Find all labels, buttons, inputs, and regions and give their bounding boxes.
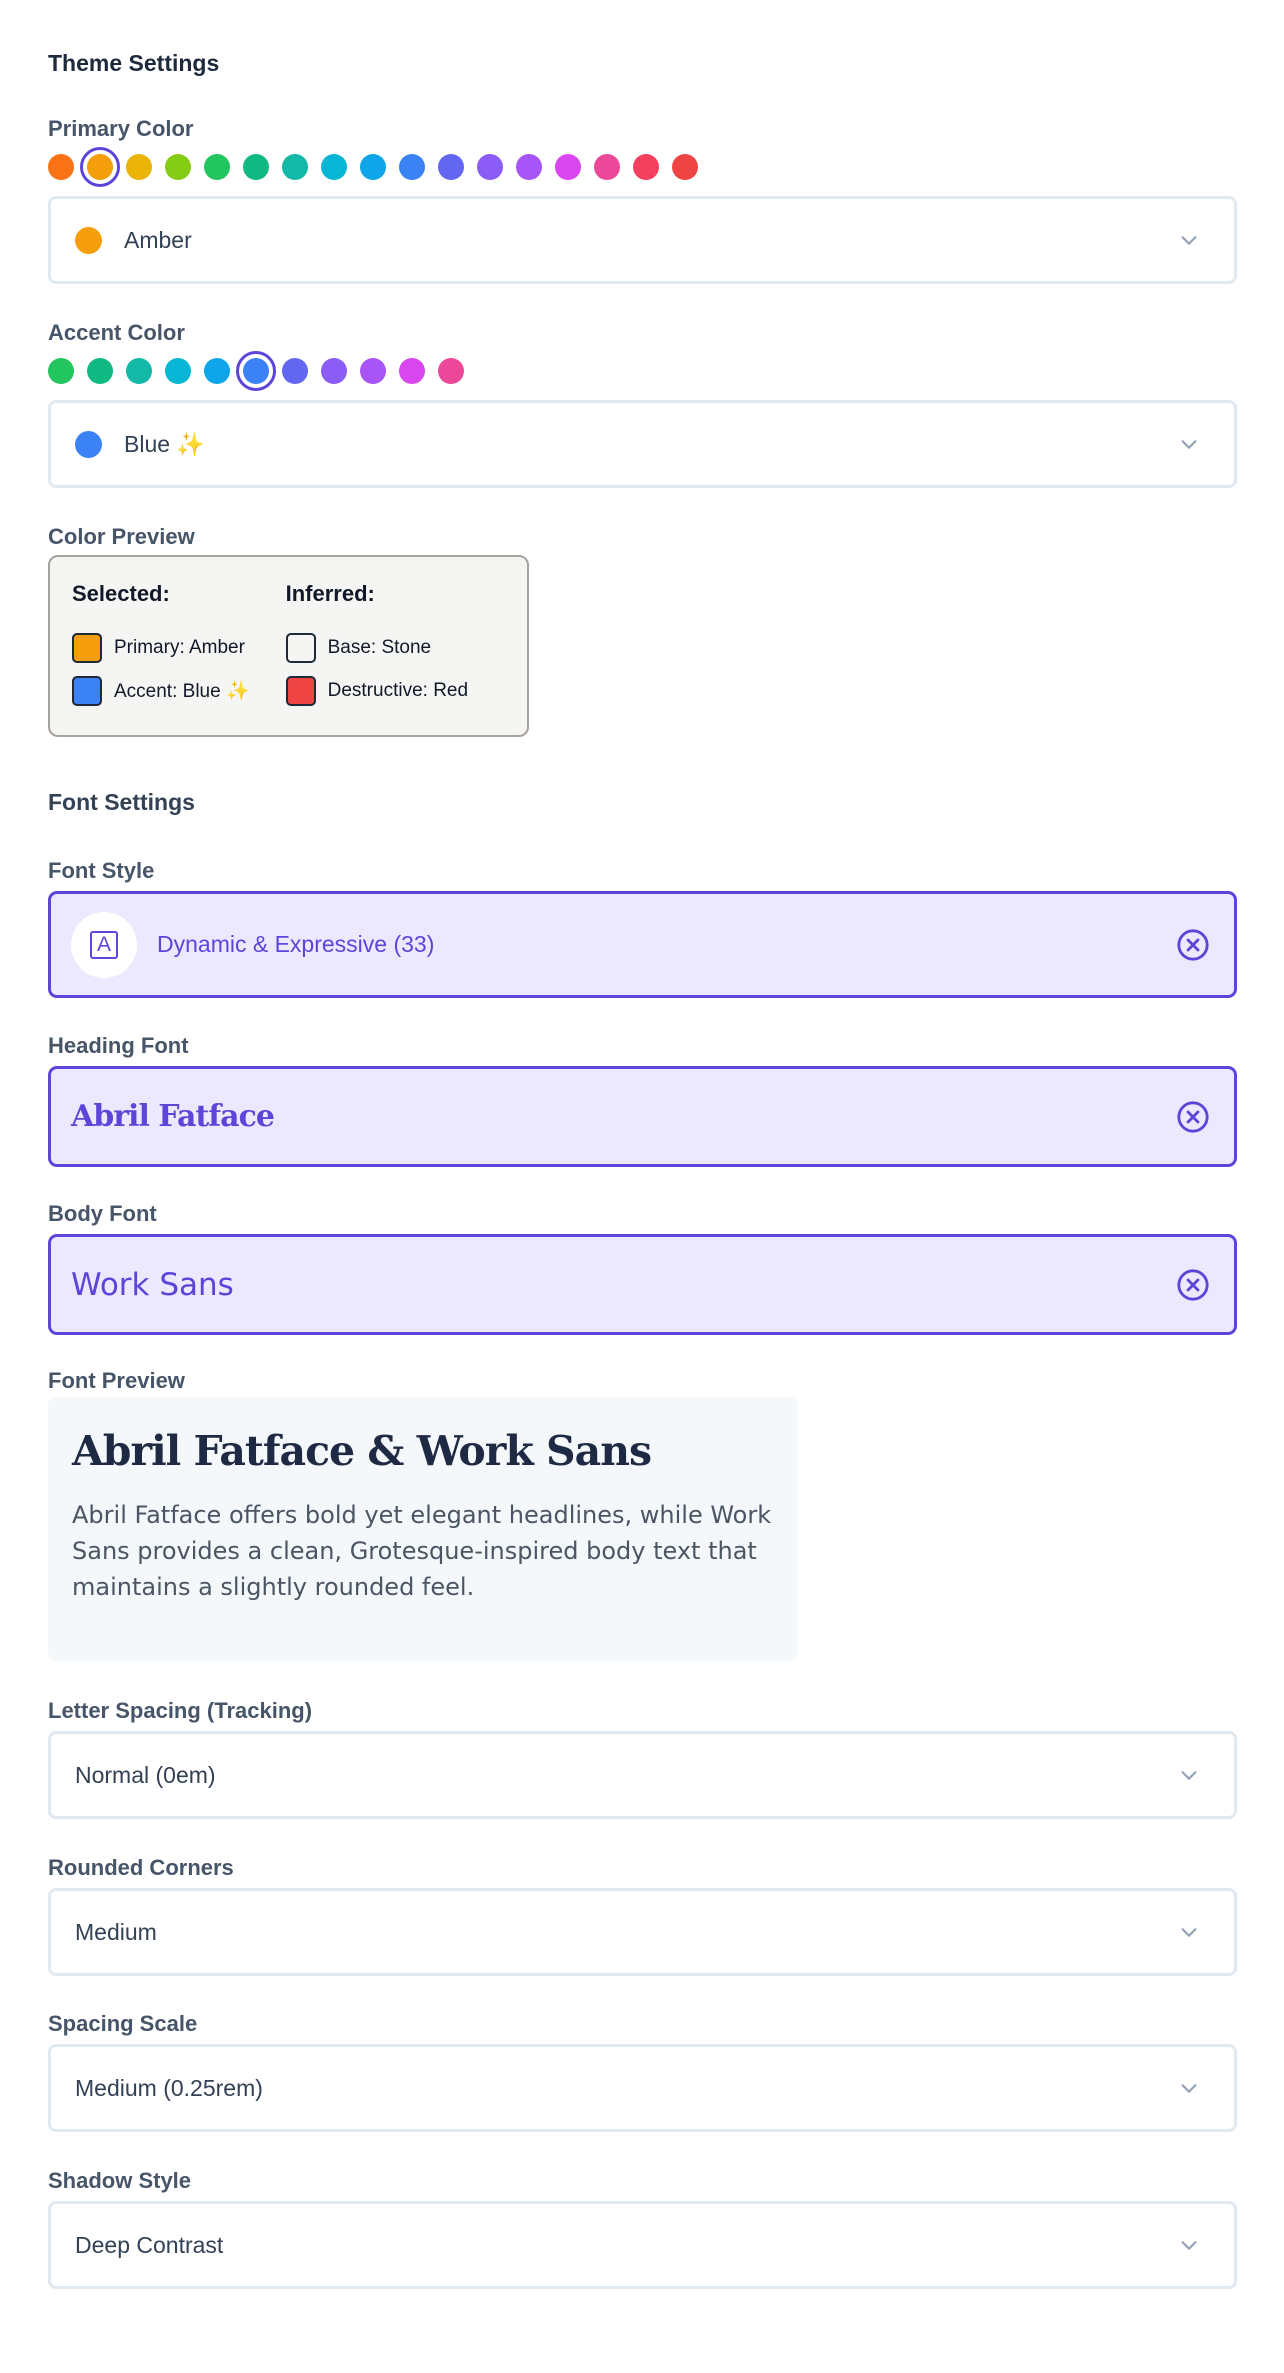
- primary-color-swatch[interactable]: [321, 154, 347, 180]
- primary-color-swatch[interactable]: [555, 154, 581, 180]
- accent-preview-swatch: [72, 676, 102, 706]
- font-style-value: Dynamic & Expressive (33): [157, 931, 435, 957]
- heading-font-label: Heading Font: [48, 1033, 189, 1058]
- clear-circle-icon[interactable]: [1176, 1268, 1210, 1302]
- letter-spacing-label: Letter Spacing (Tracking): [48, 1698, 313, 1723]
- primary-color-swatches: [48, 147, 698, 187]
- body-font-value: Work Sans: [71, 1266, 234, 1303]
- primary-preview-row: Primary: Amber: [72, 633, 250, 663]
- rounded-corners-select[interactable]: Medium: [48, 1888, 1237, 1976]
- clear-circle-icon[interactable]: [1176, 928, 1210, 962]
- clear-circle-icon[interactable]: [1176, 1100, 1210, 1134]
- inferred-heading: Inferred:: [285, 581, 375, 606]
- chevron-down-icon: [1181, 1771, 1197, 1780]
- shadow-style-label: Shadow Style: [48, 2168, 192, 2193]
- accent-color-swatch[interactable]: [87, 358, 113, 384]
- accent-color-swatch[interactable]: [48, 358, 74, 384]
- primary-preview-text: Primary: Amber: [114, 637, 245, 658]
- spacing-scale-select[interactable]: Medium (0.25rem): [48, 2044, 1237, 2132]
- body-font-select[interactable]: Work Sans: [48, 1234, 1237, 1335]
- rounded-corners-label: Rounded Corners: [48, 1855, 234, 1880]
- accent-color-swatch[interactable]: [399, 358, 425, 384]
- font-style-select[interactable]: A Dynamic & Expressive (33): [48, 891, 1237, 998]
- accent-color-label: Accent Color: [48, 320, 185, 345]
- accent-color-dot: [75, 430, 102, 458]
- color-preview-label: Color Preview: [48, 524, 195, 549]
- base-preview-row: Base: Stone: [285, 633, 468, 663]
- letter-spacing-select[interactable]: Normal (0em): [48, 1731, 1237, 1819]
- color-preview-box: Selected: Primary: Amber Accent: Blue ✨ …: [48, 555, 529, 737]
- selected-heading: Selected:: [72, 581, 170, 606]
- accent-color-swatch[interactable]: [360, 358, 386, 384]
- primary-color-swatch[interactable]: [477, 154, 503, 180]
- font-preview-text: Abril Fatface offers bold yet elegant he…: [72, 1501, 772, 1601]
- primary-color-swatch[interactable]: [399, 154, 425, 180]
- chevron-down-icon: [1181, 2241, 1197, 2250]
- accent-color-swatch[interactable]: [321, 358, 347, 384]
- primary-color-value: Amber: [124, 226, 192, 253]
- accent-color-swatch[interactable]: [165, 358, 191, 384]
- primary-preview-swatch: [72, 633, 102, 663]
- primary-color-swatch[interactable]: [516, 154, 542, 180]
- font-preview-box: Abril Fatface & Work Sans Abril Fatface …: [48, 1397, 798, 1661]
- theme-settings-heading: Theme Settings: [48, 50, 220, 76]
- primary-color-swatch[interactable]: [594, 154, 620, 180]
- primary-color-swatch[interactable]: [360, 154, 386, 180]
- primary-color-swatch[interactable]: [243, 154, 269, 180]
- primary-color-label: Primary Color: [48, 116, 194, 141]
- chevron-down-icon: [1181, 440, 1197, 449]
- font-style-label: Font Style: [48, 858, 155, 883]
- font-settings-heading: Font Settings: [48, 789, 195, 815]
- rounded-corners-value: Medium: [75, 1918, 157, 1945]
- accent-color-swatches: [48, 351, 464, 391]
- accent-preview-row: Accent: Blue ✨: [72, 676, 250, 706]
- selected-colors-column: Selected: Primary: Amber Accent: Blue ✨: [72, 581, 250, 711]
- primary-color-swatch[interactable]: [80, 147, 120, 187]
- destructive-preview-row: Destructive: Red: [285, 676, 469, 706]
- accent-color-value: Blue ✨: [124, 430, 206, 457]
- heading-font-select[interactable]: Abril Fatface: [48, 1066, 1237, 1167]
- base-preview-text: Base: Stone: [327, 637, 432, 658]
- base-preview-swatch: [285, 633, 316, 663]
- letter-spacing-value: Normal (0em): [75, 1761, 216, 1788]
- accent-color-swatch[interactable]: [204, 358, 230, 384]
- primary-color-dot: [75, 226, 102, 254]
- font-a-icon: A: [71, 911, 137, 978]
- font-preview-label: Font Preview: [48, 1368, 185, 1393]
- chevron-down-icon: [1181, 1928, 1197, 1937]
- body-font-label: Body Font: [48, 1201, 157, 1226]
- primary-color-swatch[interactable]: [672, 154, 698, 180]
- spacing-scale-label: Spacing Scale: [48, 2011, 198, 2036]
- accent-color-swatch[interactable]: [126, 358, 152, 384]
- primary-color-swatch[interactable]: [204, 154, 230, 180]
- shadow-style-value: Deep Contrast: [75, 2231, 224, 2258]
- primary-color-swatch[interactable]: [165, 154, 191, 180]
- chevron-down-icon: [1181, 2084, 1197, 2093]
- accent-preview-text: Accent: Blue ✨: [114, 681, 250, 702]
- primary-color-swatch[interactable]: [48, 154, 74, 180]
- accent-color-swatch[interactable]: [282, 358, 308, 384]
- spacing-scale-value: Medium (0.25rem): [75, 2074, 263, 2101]
- primary-color-select[interactable]: Amber: [48, 196, 1237, 284]
- font-preview-heading: Abril Fatface & Work Sans: [72, 1427, 652, 1475]
- heading-font-value: Abril Fatface: [71, 1099, 275, 1134]
- chevron-down-icon: [1181, 236, 1197, 245]
- primary-color-swatch[interactable]: [633, 154, 659, 180]
- accent-color-swatch[interactable]: [438, 358, 464, 384]
- accent-color-select[interactable]: Blue ✨: [48, 400, 1237, 488]
- primary-color-swatch[interactable]: [126, 154, 152, 180]
- accent-color-swatch[interactable]: [236, 351, 276, 391]
- destructive-preview-swatch: [285, 676, 316, 706]
- theme-settings-page: Theme Settings Primary Color Amber Accen…: [0, 0, 1284, 2373]
- shadow-style-select[interactable]: Deep Contrast: [48, 2201, 1237, 2289]
- primary-color-swatch[interactable]: [282, 154, 308, 180]
- destructive-preview-text: Destructive: Red: [327, 680, 469, 701]
- primary-color-swatch[interactable]: [438, 154, 464, 180]
- inferred-colors-column: Inferred: Base: Stone Destructive: Red: [285, 581, 469, 711]
